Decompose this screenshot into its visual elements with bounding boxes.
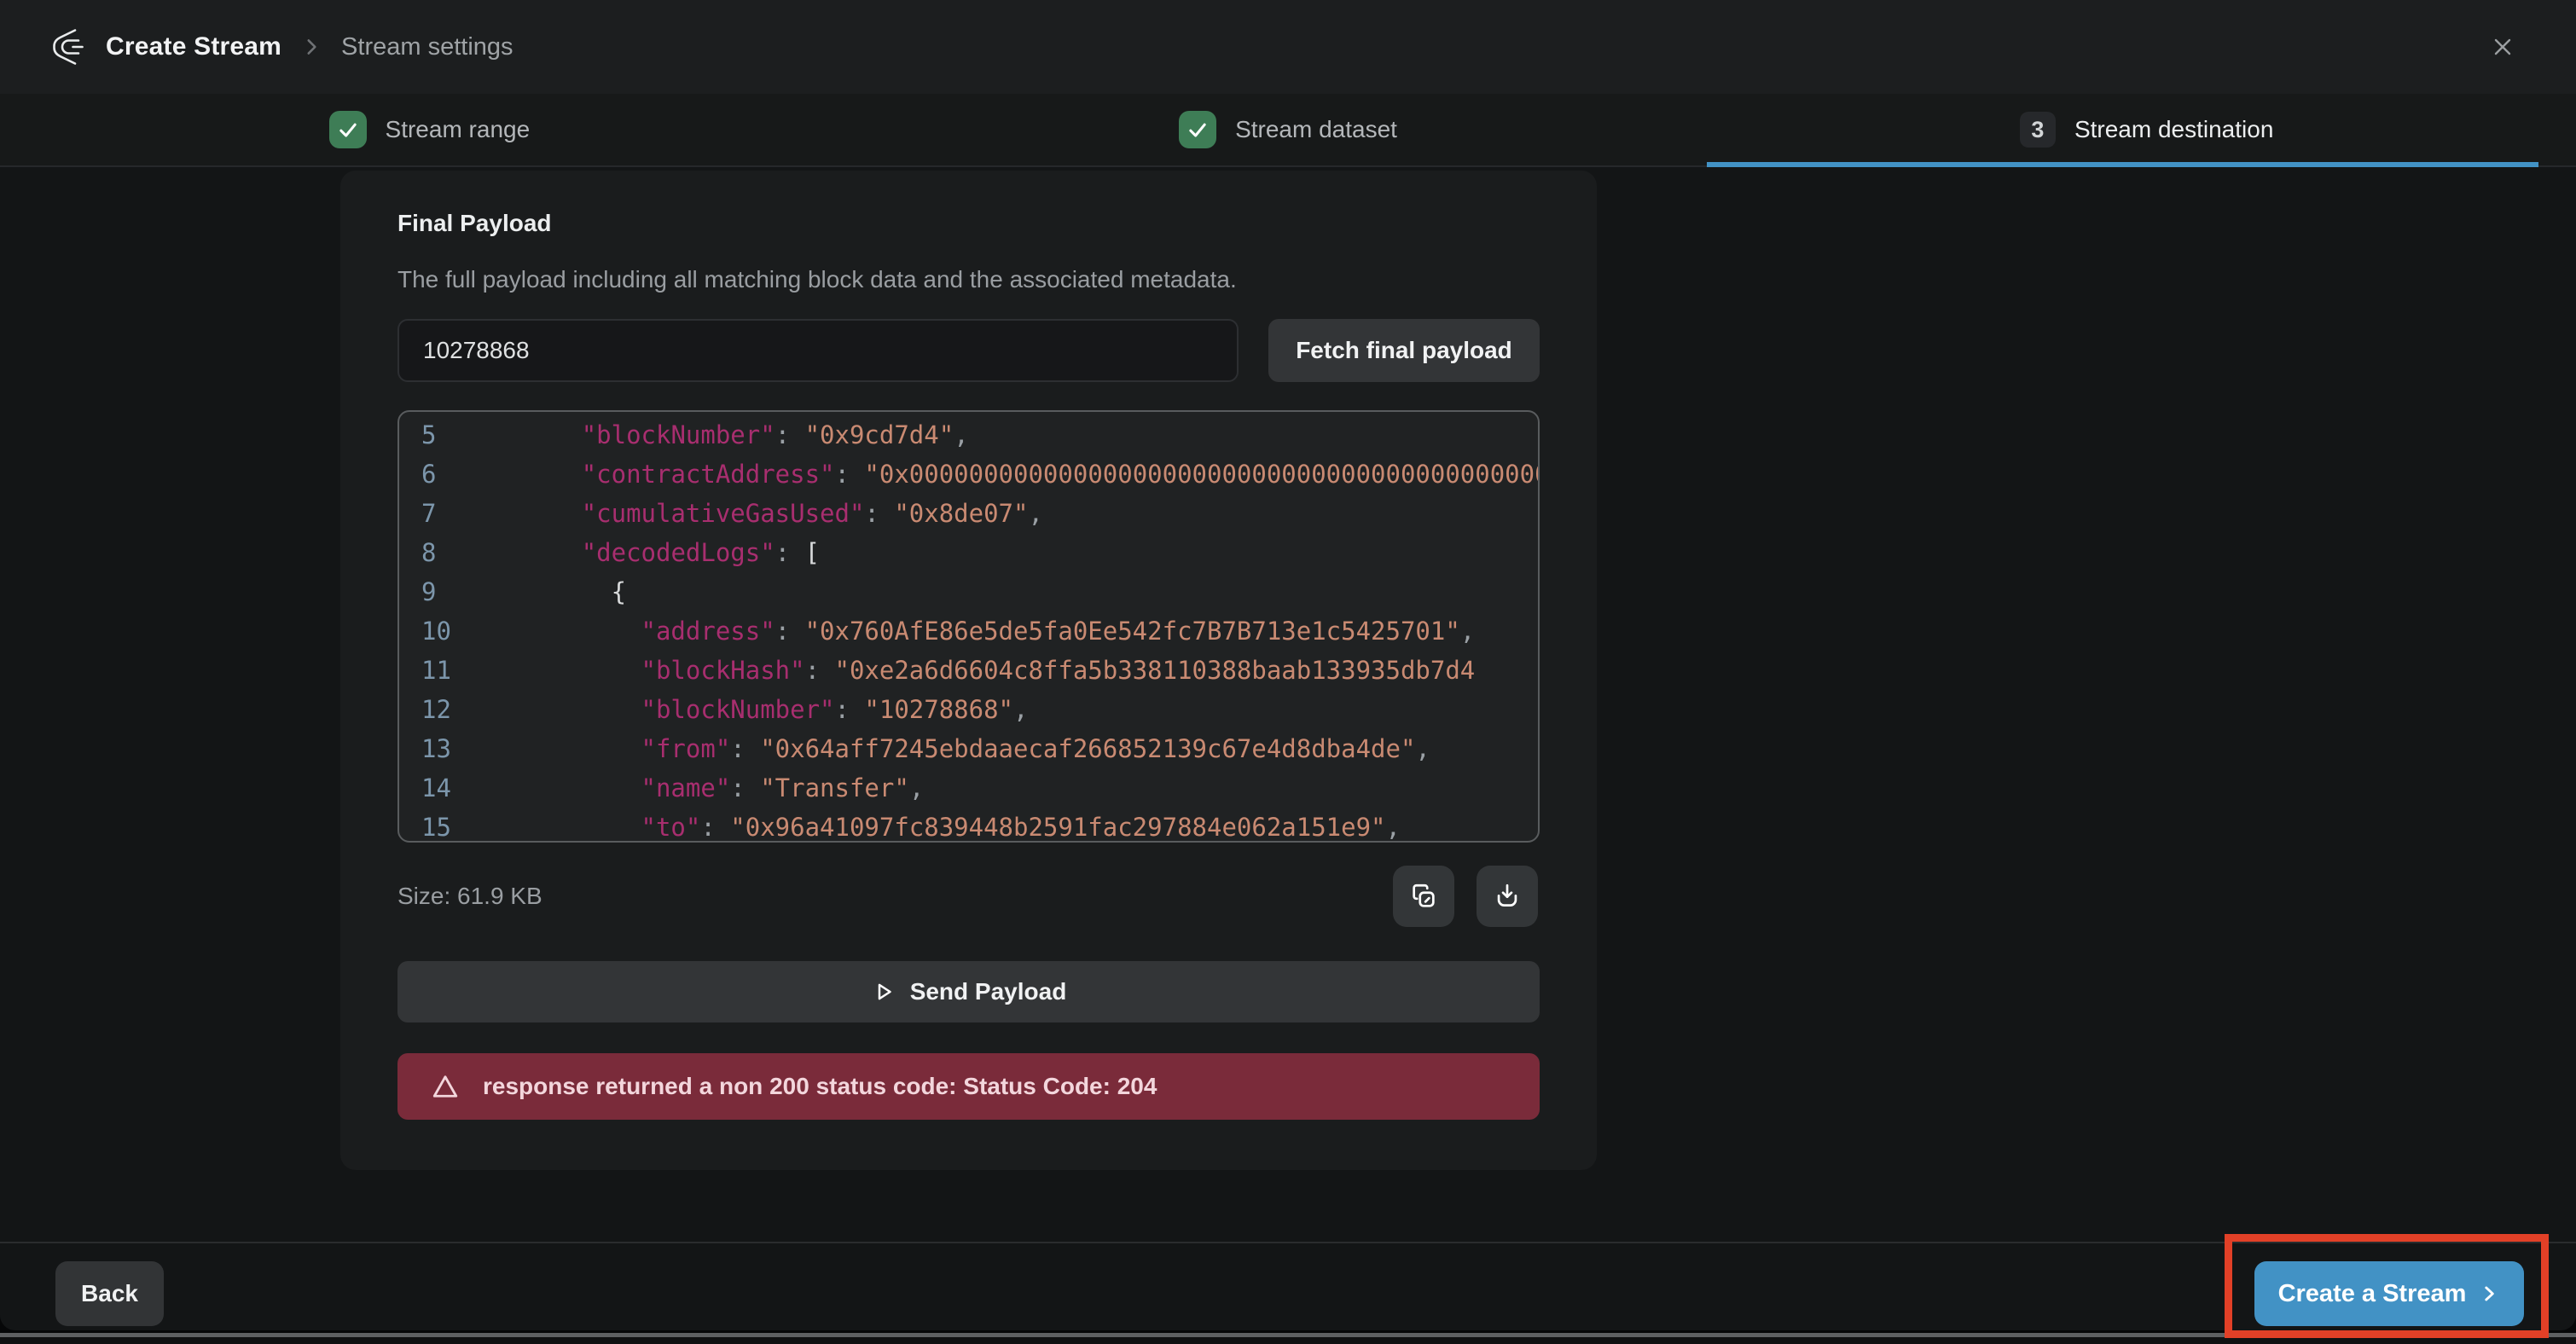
code-text: "contractAddress": "0x000000000000000000…	[462, 455, 1538, 494]
step-label: Stream dataset	[1235, 116, 1397, 143]
line-number: 11	[421, 651, 459, 690]
error-message: response returned a non 200 status code:…	[483, 1073, 1157, 1100]
code-text: "to": "0x96a41097fc839448b2591fac297884e…	[462, 808, 1401, 843]
payload-code-viewer[interactable]: 5 "blockNumber": "0x9cd7d4",6 "contractA…	[397, 410, 1540, 843]
step-stream-destination[interactable]: 3 Stream destination	[1717, 94, 2576, 165]
check-icon	[329, 111, 367, 148]
page-background: Create Stream Stream settings Stream ran…	[0, 0, 2576, 1344]
payload-size-label: Size: 61.9 KB	[397, 866, 542, 927]
line-number: 7	[421, 494, 459, 533]
code-text: "address": "0x760AfE86e5de5fa0Ee542fc7B7…	[462, 611, 1475, 651]
step-number-badge: 3	[2020, 112, 2056, 148]
line-number: 12	[421, 690, 459, 729]
code-text: "blockNumber": "0x9cd7d4",	[462, 415, 969, 455]
breadcrumb-chevron-icon	[300, 36, 322, 58]
check-icon	[1179, 111, 1216, 148]
line-number: 13	[421, 729, 459, 768]
step-stream-dataset[interactable]: Stream dataset	[859, 94, 1718, 165]
copy-icon	[1409, 882, 1438, 911]
close-icon	[2489, 33, 2516, 61]
code-text: "blockHash": "0xe2a6d6604c8ffa5b33811038…	[462, 651, 1475, 690]
create-stream-modal: Create Stream Stream settings Stream ran…	[0, 0, 2576, 1330]
underlying-page-background	[0, 1337, 2576, 1344]
line-number: 6	[421, 455, 459, 494]
code-line: 10 "address": "0x760AfE86e5de5fa0Ee542fc…	[399, 611, 1538, 651]
code-line: 8 "decodedLogs": [	[399, 533, 1538, 572]
stream-logo-icon	[49, 27, 89, 67]
code-line: 14 "name": "Transfer",	[399, 768, 1538, 808]
chevron-right-icon	[2478, 1283, 2500, 1305]
code-line: 13 "from": "0x64aff7245ebdaaecaf26685213…	[399, 729, 1538, 768]
code-line: 6 "contractAddress": "0x0000000000000000…	[399, 455, 1538, 494]
send-payload-button[interactable]: Send Payload	[397, 961, 1540, 1022]
step-stream-range[interactable]: Stream range	[0, 94, 859, 165]
code-line: 7 "cumulativeGasUsed": "0x8de07",	[399, 494, 1538, 533]
code-line: 15 "to": "0x96a41097fc839448b2591fac2978…	[399, 808, 1538, 843]
code-text: "blockNumber": "10278868",	[462, 690, 1029, 729]
breadcrumb: Stream settings	[341, 33, 513, 61]
footer-bar: Back Create a Stream	[0, 1242, 2576, 1330]
step-label: Stream range	[386, 116, 531, 143]
stepper: Stream range Stream dataset 3 Stream des…	[0, 94, 2576, 167]
section-description: The full payload including all matching …	[397, 266, 1237, 293]
line-number: 9	[421, 572, 459, 611]
code-text: "name": "Transfer",	[462, 768, 924, 808]
warning-icon	[430, 1071, 461, 1102]
fetch-final-payload-button[interactable]: Fetch final payload	[1268, 319, 1540, 382]
line-number: 10	[421, 611, 459, 651]
code-line: 9 {	[399, 572, 1538, 611]
download-payload-button[interactable]	[1477, 866, 1538, 927]
code-lines: 5 "blockNumber": "0x9cd7d4",6 "contractA…	[399, 412, 1538, 843]
back-button[interactable]: Back	[55, 1261, 164, 1326]
download-icon	[1493, 882, 1522, 911]
close-button[interactable]	[2479, 23, 2527, 71]
code-line: 11 "blockHash": "0xe2a6d6604c8ffa5b33811…	[399, 651, 1538, 690]
code-text: "cumulativeGasUsed": "0x8de07",	[462, 494, 1043, 533]
step-label: Stream destination	[2074, 116, 2273, 143]
code-text: "from": "0x64aff7245ebdaaecaf266852139c6…	[462, 729, 1430, 768]
code-line: 12 "blockNumber": "10278868",	[399, 690, 1538, 729]
line-number: 8	[421, 533, 459, 572]
code-text: {	[462, 572, 626, 611]
section-heading: Final Payload	[397, 210, 552, 237]
block-number-input[interactable]	[397, 319, 1239, 382]
code-line: 5 "blockNumber": "0x9cd7d4",	[399, 415, 1538, 455]
line-number: 15	[421, 808, 459, 843]
line-number: 14	[421, 768, 459, 808]
final-payload-card: Final Payload The full payload including…	[340, 171, 1597, 1170]
send-payload-label: Send Payload	[910, 978, 1067, 1005]
play-icon	[871, 979, 896, 1005]
create-stream-button[interactable]: Create a Stream	[2254, 1261, 2524, 1326]
top-bar: Create Stream Stream settings	[0, 0, 2576, 94]
main-content: Final Payload The full payload including…	[0, 167, 2576, 1242]
create-stream-label: Create a Stream	[2278, 1280, 2467, 1308]
page-title: Create Stream	[106, 32, 281, 61]
line-number: 5	[421, 415, 459, 455]
code-text: "decodedLogs": [	[462, 533, 820, 572]
copy-payload-button[interactable]	[1393, 866, 1454, 927]
error-banner: response returned a non 200 status code:…	[397, 1053, 1540, 1120]
